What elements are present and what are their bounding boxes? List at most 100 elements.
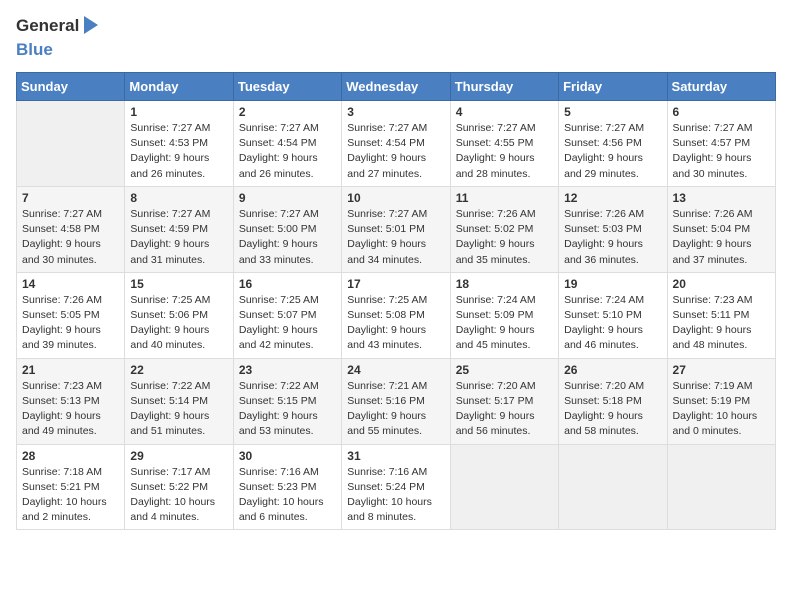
calendar-cell: 31 Sunrise: 7:16 AMSunset: 5:24 PMDayligh… (342, 444, 450, 530)
calendar-cell: 9 Sunrise: 7:27 AMSunset: 5:00 PMDaylight… (233, 186, 341, 272)
day-info: Sunrise: 7:27 AMSunset: 4:56 PMDaylight:… (564, 121, 661, 182)
day-number: 2 (239, 105, 336, 119)
day-number: 21 (22, 363, 119, 377)
day-number: 15 (130, 277, 227, 291)
day-number: 29 (130, 449, 227, 463)
calendar-table: SundayMondayTuesdayWednesdayThursdayFrid… (16, 72, 776, 530)
calendar-cell: 11 Sunrise: 7:26 AMSunset: 5:02 PMDayligh… (450, 186, 558, 272)
week-row-4: 28Sunrise: 7:18 AMSunset: 5:21 PMDayligh… (17, 444, 776, 530)
day-info: Sunrise: 7:23 AMSunset: 5:11 PMDaylight:… (673, 293, 770, 354)
week-row-0: 1Sunrise: 7:27 AMSunset: 4:53 PMDaylight… (17, 101, 776, 187)
weekday-sunday: Sunday (17, 73, 125, 101)
day-number: 27 (673, 363, 770, 377)
calendar-cell: 4 Sunrise: 7:27 AMSunset: 4:55 PMDaylight… (450, 101, 558, 187)
weekday-thursday: Thursday (450, 73, 558, 101)
calendar-cell: 5 Sunrise: 7:27 AMSunset: 4:56 PMDaylight… (559, 101, 667, 187)
calendar-cell: 29 Sunrise: 7:17 AMSunset: 5:22 PMDayligh… (125, 444, 233, 530)
page-header: General Blue (16, 16, 776, 60)
logo-text-blue-wrap: Blue (16, 40, 53, 60)
calendar-cell: 16Sunrise: 7:25 AMSunset: 5:07 PMDayligh… (233, 272, 341, 358)
calendar-cell: 7Sunrise: 7:27 AMSunset: 4:58 PMDaylight… (17, 186, 125, 272)
day-info: Sunrise: 7:27 AMSunset: 5:00 PMDaylight:… (239, 207, 336, 268)
day-info: Sunrise: 7:25 AMSunset: 5:06 PMDaylight:… (130, 293, 227, 354)
calendar-cell: 1Sunrise: 7:27 AMSunset: 4:53 PMDaylight… (125, 101, 233, 187)
calendar-cell: 13 Sunrise: 7:26 AMSunset: 5:04 PMDayligh… (667, 186, 775, 272)
calendar-cell: 24 Sunrise: 7:21 AMSunset: 5:16 PMDayligh… (342, 358, 450, 444)
day-number: 22 (130, 363, 227, 377)
day-info: Sunrise: 7:24 AMSunset: 5:10 PMDaylight:… (564, 293, 661, 354)
calendar-cell: 12 Sunrise: 7:26 AMSunset: 5:03 PMDayligh… (559, 186, 667, 272)
day-number: 4 (456, 105, 553, 119)
weekday-monday: Monday (125, 73, 233, 101)
weekday-saturday: Saturday (667, 73, 775, 101)
day-number: 23 (239, 363, 336, 377)
calendar-cell: 25Sunrise: 7:20 AMSunset: 5:17 PMDayligh… (450, 358, 558, 444)
day-number: 10 (347, 191, 444, 205)
calendar-cell: 2Sunrise: 7:27 AMSunset: 4:54 PMDaylight… (233, 101, 341, 187)
calendar-cell: 23 Sunrise: 7:22 AMSunset: 5:15 PMDayligh… (233, 358, 341, 444)
day-number: 16 (239, 277, 336, 291)
day-info: Sunrise: 7:17 AMSunset: 5:22 PMDaylight:… (130, 465, 227, 526)
day-number: 28 (22, 449, 119, 463)
calendar-cell: 20 Sunrise: 7:23 AMSunset: 5:11 PMDayligh… (667, 272, 775, 358)
day-number: 6 (673, 105, 770, 119)
day-number: 13 (673, 191, 770, 205)
day-number: 24 (347, 363, 444, 377)
calendar-body: 1Sunrise: 7:27 AMSunset: 4:53 PMDaylight… (17, 101, 776, 530)
weekday-friday: Friday (559, 73, 667, 101)
day-info: Sunrise: 7:26 AMSunset: 5:02 PMDaylight:… (456, 207, 553, 268)
calendar-cell: 19 Sunrise: 7:24 AMSunset: 5:10 PMDayligh… (559, 272, 667, 358)
day-number: 26 (564, 363, 661, 377)
day-number: 19 (564, 277, 661, 291)
day-number: 1 (130, 105, 227, 119)
day-info: Sunrise: 7:27 AMSunset: 4:59 PMDaylight:… (130, 207, 227, 268)
calendar-cell: 10Sunrise: 7:27 AMSunset: 5:01 PMDayligh… (342, 186, 450, 272)
day-info: Sunrise: 7:24 AMSunset: 5:09 PMDaylight:… (456, 293, 553, 354)
day-info: Sunrise: 7:19 AMSunset: 5:19 PMDaylight:… (673, 379, 770, 440)
logo: General Blue (16, 16, 98, 60)
day-info: Sunrise: 7:20 AMSunset: 5:17 PMDaylight:… (456, 379, 553, 440)
calendar-cell: 3 Sunrise: 7:27 AMSunset: 4:54 PMDaylight… (342, 101, 450, 187)
calendar-cell (450, 444, 558, 530)
calendar-cell: 22Sunrise: 7:22 AMSunset: 5:14 PMDayligh… (125, 358, 233, 444)
day-info: Sunrise: 7:25 AMSunset: 5:08 PMDaylight:… (347, 293, 444, 354)
logo-text-general: General (16, 16, 79, 36)
day-info: Sunrise: 7:20 AMSunset: 5:18 PMDaylight:… (564, 379, 661, 440)
calendar-cell: 28Sunrise: 7:18 AMSunset: 5:21 PMDayligh… (17, 444, 125, 530)
day-number: 18 (456, 277, 553, 291)
calendar-cell: 30 Sunrise: 7:16 AMSunset: 5:23 PMDayligh… (233, 444, 341, 530)
day-info: Sunrise: 7:23 AMSunset: 5:13 PMDaylight:… (22, 379, 119, 440)
calendar-cell: 15 Sunrise: 7:25 AMSunset: 5:06 PMDayligh… (125, 272, 233, 358)
day-number: 20 (673, 277, 770, 291)
day-number: 14 (22, 277, 119, 291)
day-info: Sunrise: 7:26 AMSunset: 5:04 PMDaylight:… (673, 207, 770, 268)
calendar-cell: 6 Sunrise: 7:27 AMSunset: 4:57 PMDaylight… (667, 101, 775, 187)
day-number: 5 (564, 105, 661, 119)
calendar-cell: 21 Sunrise: 7:23 AMSunset: 5:13 PMDayligh… (17, 358, 125, 444)
calendar-cell (559, 444, 667, 530)
week-row-2: 14Sunrise: 7:26 AMSunset: 5:05 PMDayligh… (17, 272, 776, 358)
day-number: 7 (22, 191, 119, 205)
day-info: Sunrise: 7:27 AMSunset: 4:54 PMDaylight:… (347, 121, 444, 182)
weekday-wednesday: Wednesday (342, 73, 450, 101)
day-info: Sunrise: 7:26 AMSunset: 5:03 PMDaylight:… (564, 207, 661, 268)
day-number: 8 (130, 191, 227, 205)
day-number: 31 (347, 449, 444, 463)
day-number: 9 (239, 191, 336, 205)
calendar-cell: 26 Sunrise: 7:20 AMSunset: 5:18 PMDayligh… (559, 358, 667, 444)
day-number: 17 (347, 277, 444, 291)
day-info: Sunrise: 7:16 AMSunset: 5:23 PMDaylight:… (239, 465, 336, 526)
day-info: Sunrise: 7:22 AMSunset: 5:15 PMDaylight:… (239, 379, 336, 440)
day-number: 12 (564, 191, 661, 205)
day-info: Sunrise: 7:27 AMSunset: 4:57 PMDaylight:… (673, 121, 770, 182)
day-info: Sunrise: 7:21 AMSunset: 5:16 PMDaylight:… (347, 379, 444, 440)
day-info: Sunrise: 7:27 AMSunset: 4:55 PMDaylight:… (456, 121, 553, 182)
calendar-cell: 18 Sunrise: 7:24 AMSunset: 5:09 PMDayligh… (450, 272, 558, 358)
day-info: Sunrise: 7:16 AMSunset: 5:24 PMDaylight:… (347, 465, 444, 526)
calendar-cell (667, 444, 775, 530)
week-row-1: 7Sunrise: 7:27 AMSunset: 4:58 PMDaylight… (17, 186, 776, 272)
day-number: 30 (239, 449, 336, 463)
day-number: 3 (347, 105, 444, 119)
calendar-cell (17, 101, 125, 187)
day-number: 11 (456, 191, 553, 205)
